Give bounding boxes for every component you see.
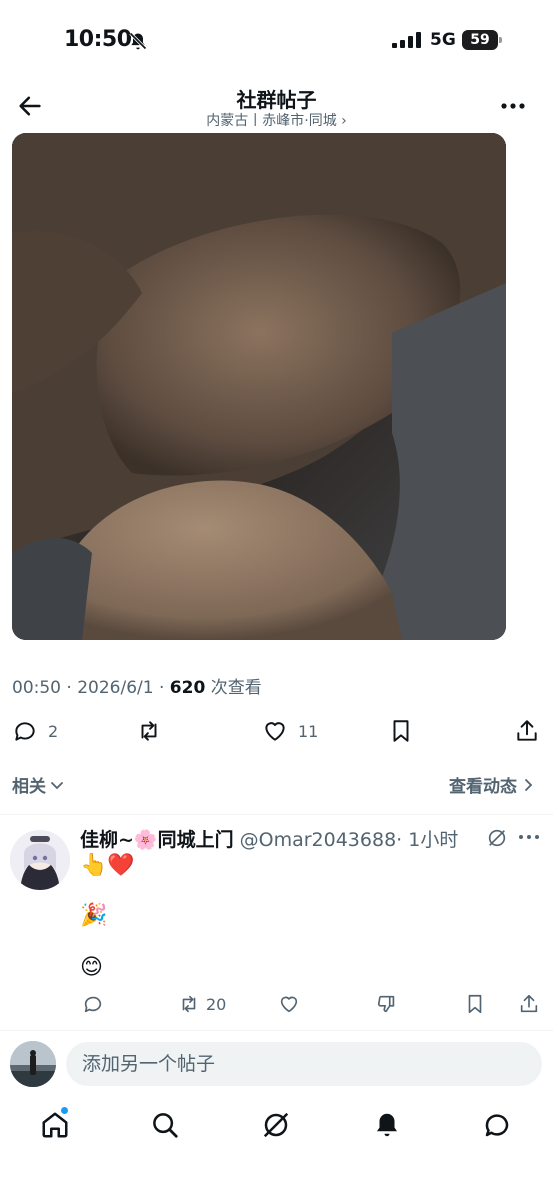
view-count: 620 (169, 678, 206, 698)
reply-actions: 20 (0, 991, 553, 1017)
more-options-icon[interactable] (499, 94, 527, 118)
tab-notifications[interactable] (372, 1110, 402, 1140)
related-label: 相关 (12, 777, 46, 797)
add-post-input[interactable]: 添加另一个帖子 (66, 1042, 542, 1086)
reply-count: 2 (48, 721, 59, 741)
grok-icon[interactable] (486, 827, 508, 849)
reply-author-name[interactable]: 佳柳~🌸同城上门 (80, 829, 234, 851)
repost-button[interactable] (136, 714, 172, 748)
share-button[interactable] (514, 714, 540, 748)
heart-icon (265, 722, 285, 741)
reply-repost-count: 20 (206, 994, 227, 1014)
reply-reply-button[interactable] (82, 991, 104, 1017)
reply-item[interactable]: 佳柳~🌸同城上门 @Omar2043688· 1小时 👆❤️ 🎉 😊 20 (0, 815, 553, 1030)
reply-header: 佳柳~🌸同城上门 @Omar2043688· 1小时 (80, 825, 458, 852)
reply-author-handle[interactable]: @Omar2043688 (240, 829, 397, 851)
reply-time: · 1小时 (396, 829, 459, 851)
view-activity-link[interactable]: 查看动态 (449, 772, 535, 797)
reply-icon (15, 722, 35, 741)
reply-share-button[interactable] (518, 991, 540, 1017)
nav-bar: 社群帖子 内蒙古丨赤峰市·同城 › (0, 80, 553, 132)
post-time: 00:50 (12, 678, 61, 698)
reply-like-button[interactable] (278, 991, 300, 1017)
bell-icon (377, 1113, 397, 1137)
status-time: 10:50 (64, 27, 132, 52)
battery-icon: 59 (462, 30, 502, 50)
related-row: 相关 查看动态 (0, 770, 553, 800)
share-icon (520, 994, 538, 1013)
tab-messages[interactable] (482, 1110, 512, 1140)
bookmark-icon (393, 720, 409, 742)
tab-search[interactable] (150, 1110, 180, 1140)
reply-bookmark-button[interactable] (464, 991, 486, 1017)
reply-text-line: 😊 (80, 955, 103, 980)
compose-bar: 添加另一个帖子 (0, 1040, 553, 1090)
signal-icon (392, 32, 421, 48)
post-image-content (12, 133, 506, 640)
search-icon (153, 1113, 178, 1138)
chevron-right-icon (525, 778, 533, 791)
divider (0, 1030, 553, 1031)
like-button[interactable]: 11 (262, 714, 318, 748)
post-date: 2026/6/1 (77, 678, 154, 698)
repost-icon (141, 721, 157, 741)
battery-level: 59 (470, 32, 490, 48)
chat-icon (485, 1114, 509, 1137)
bookmark-icon (468, 994, 482, 1014)
reply-button[interactable]: 2 (12, 714, 58, 748)
avatar[interactable] (10, 1041, 56, 1087)
grok-icon (263, 1112, 289, 1138)
notification-dot (60, 1106, 69, 1115)
reply-text-line: 👆❤️ (80, 853, 135, 878)
avatar-image (10, 1041, 56, 1087)
reply-repost-button[interactable]: 20 (178, 991, 226, 1017)
bell-muted-icon (129, 32, 147, 50)
community-location-link[interactable]: 内蒙古丨赤峰市·同城 › (0, 110, 553, 130)
network-type: 5G (430, 30, 456, 50)
more-options-icon[interactable] (518, 833, 540, 841)
reply-downvote-button[interactable] (376, 991, 398, 1017)
tab-grok[interactable] (261, 1110, 291, 1140)
post-meta: 00:50 · 2026/6/1 · 620 次查看 (12, 678, 262, 698)
related-dropdown[interactable]: 相关 (12, 772, 64, 797)
page-title: 社群帖子 (236, 88, 317, 112)
reply-icon (84, 996, 102, 1013)
reply-text-line: 🎉 (80, 903, 108, 928)
avatar-image (10, 830, 70, 890)
status-bar: 10:50 5G 59 (0, 0, 553, 80)
share-icon (517, 720, 537, 741)
bookmark-button[interactable] (388, 714, 414, 748)
repost-icon (182, 995, 196, 1013)
chevron-down-icon (51, 781, 63, 789)
heart-icon (280, 996, 298, 1013)
bottom-tab-bar (0, 1100, 553, 1156)
like-count: 11 (298, 721, 319, 741)
view-label: 次查看 (210, 678, 262, 698)
view-activity-label: 查看动态 (449, 777, 517, 797)
post-actions: 2 11 (0, 714, 553, 748)
thumbs-down-icon (377, 995, 395, 1013)
avatar[interactable] (10, 830, 70, 890)
post-image[interactable] (12, 133, 506, 640)
